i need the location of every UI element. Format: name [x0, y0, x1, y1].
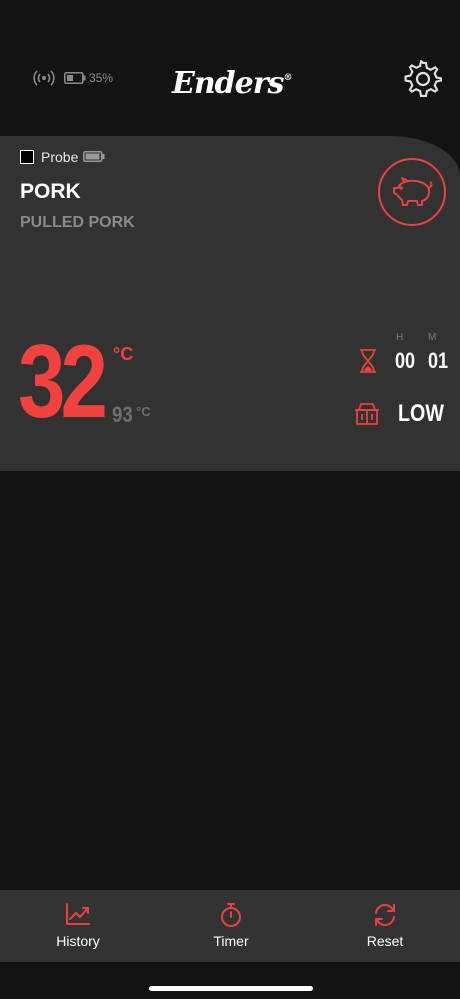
target-temperature[interactable]: 93 — [112, 402, 133, 428]
nav-timer-button[interactable]: Timer — [171, 890, 291, 962]
signal-icon — [33, 70, 55, 86]
meat-select-button[interactable] — [378, 158, 446, 226]
hourglass-icon — [360, 349, 376, 373]
battery-icon — [83, 151, 105, 162]
probe-card[interactable]: Probe PORK PULLED PORK 32 °C 93 °C H M 0… — [0, 136, 460, 471]
probe-label: Probe — [41, 149, 79, 165]
timer-minutes[interactable]: 01 — [428, 348, 448, 374]
nav-history-button[interactable]: History — [18, 890, 138, 962]
nav-reset-label: Reset — [366, 933, 404, 949]
pig-icon — [393, 177, 433, 206]
nav-timer-label: Timer — [213, 933, 249, 949]
timer-hours-label: H — [396, 332, 404, 343]
chart-icon — [66, 903, 90, 925]
grill-icon — [355, 403, 379, 425]
meat-type: PORK — [20, 180, 81, 203]
refresh-icon — [375, 904, 395, 926]
battery-icon — [64, 72, 86, 84]
home-indicator — [149, 986, 313, 991]
heat-level[interactable]: LOW — [398, 400, 444, 428]
nav-history-label: History — [56, 933, 100, 949]
stopwatch-icon — [221, 903, 241, 927]
timer-hours[interactable]: 00 — [395, 348, 415, 374]
current-temperature: 32 — [18, 324, 108, 440]
brand-logo: Enders® — [172, 66, 292, 101]
probe-checkbox[interactable] — [20, 150, 34, 164]
timer-minutes-label: M — [428, 332, 437, 343]
bottom-nav: History Timer Reset — [0, 890, 460, 962]
nav-reset-button[interactable]: Reset — [325, 890, 445, 962]
target-temp-unit: °C — [136, 404, 151, 419]
gear-icon[interactable] — [404, 60, 442, 98]
battery-percent: 35% — [89, 71, 114, 85]
meat-cut: PULLED PORK — [20, 214, 135, 231]
status-row: 35% Enders® — [0, 60, 460, 101]
current-temp-unit: °C — [113, 344, 134, 364]
